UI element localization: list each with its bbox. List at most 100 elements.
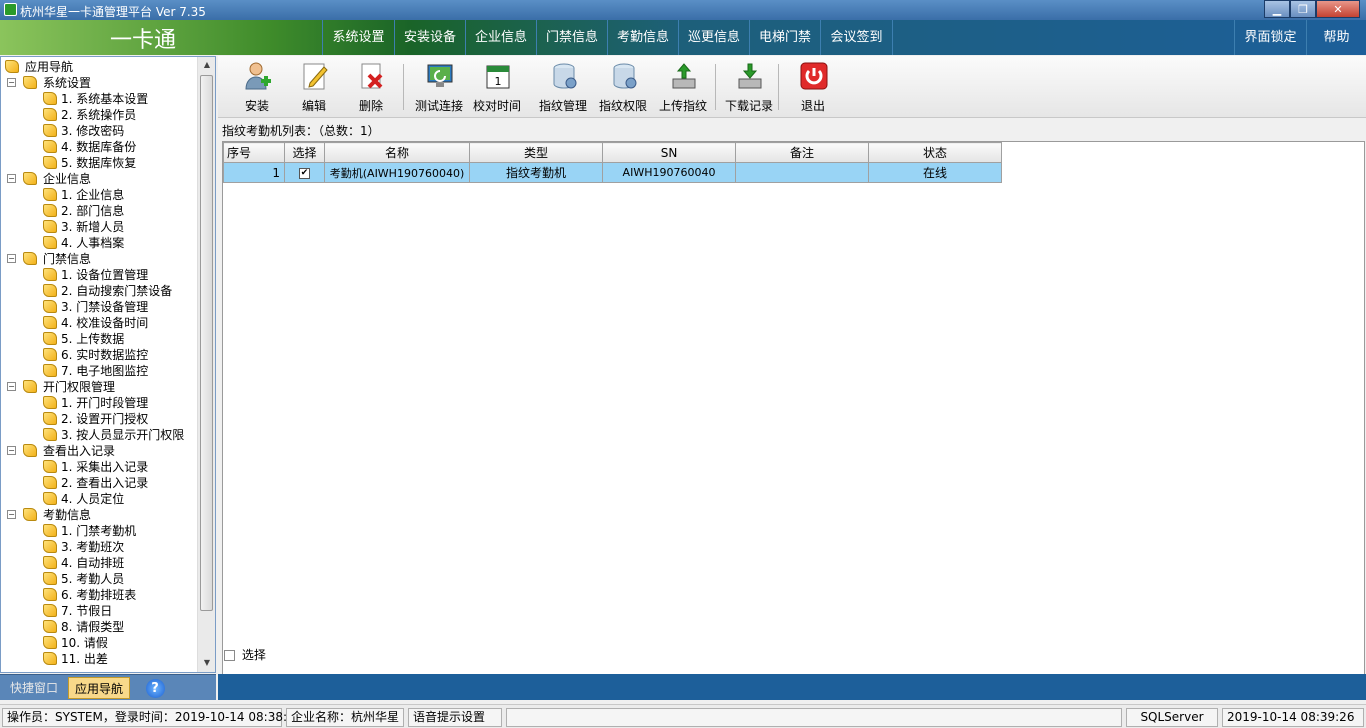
- tree-item[interactable]: 2. 部门信息: [43, 203, 124, 219]
- collapse-icon[interactable]: −: [7, 254, 16, 263]
- close-button[interactable]: ✕: [1316, 0, 1360, 18]
- tree-item[interactable]: 3. 按人员显示开门权限: [43, 427, 184, 443]
- column-header-sn[interactable]: SN: [602, 142, 736, 163]
- tree-root[interactable]: 应用导航: [5, 59, 73, 75]
- tree-item[interactable]: 6. 实时数据监控: [43, 347, 148, 363]
- scroll-up-icon[interactable]: ▲: [198, 57, 216, 73]
- tree-item[interactable]: 2. 查看出入记录: [43, 475, 148, 491]
- tab-quick-window[interactable]: 快捷窗口: [2, 677, 66, 699]
- menu-attendance-info[interactable]: 考勤信息: [607, 20, 678, 55]
- minimize-button[interactable]: ▁: [1264, 0, 1290, 18]
- tree-item[interactable]: 8. 请假类型: [43, 619, 124, 635]
- column-header-name[interactable]: 名称: [324, 142, 470, 163]
- edit-button[interactable]: 编辑: [285, 59, 343, 115]
- tree-item[interactable]: 1. 企业信息: [43, 187, 124, 203]
- collapse-icon[interactable]: −: [7, 174, 16, 183]
- tree-item[interactable]: 1. 采集出入记录: [43, 459, 148, 475]
- tree-group[interactable]: − 考勤信息: [7, 507, 91, 523]
- tree-item[interactable]: 11. 出差: [43, 651, 108, 667]
- folder-icon: [23, 380, 37, 393]
- tree-item[interactable]: 1. 开门时段管理: [43, 395, 148, 411]
- tree-group[interactable]: − 系统设置: [7, 75, 91, 91]
- collapse-icon[interactable]: −: [7, 510, 16, 519]
- tree-item[interactable]: 4. 人事档案: [43, 235, 124, 251]
- title-bar: 杭州华星一卡通管理平台 Ver 7.35 ▁ ❐ ✕: [0, 0, 1366, 20]
- menu-meeting-signin[interactable]: 会议签到: [820, 20, 893, 55]
- column-header-type[interactable]: 类型: [469, 142, 603, 163]
- tree-scrollbar[interactable]: ▲ ▼: [197, 57, 215, 672]
- tree-item[interactable]: 3. 考勤班次: [43, 539, 124, 555]
- tree-item[interactable]: 2. 自动搜索门禁设备: [43, 283, 172, 299]
- item-icon: [43, 124, 57, 137]
- tree-item[interactable]: 1. 门禁考勤机: [43, 523, 136, 539]
- install-button[interactable]: 安装: [228, 59, 286, 115]
- maximize-button[interactable]: ❐: [1290, 0, 1316, 18]
- collapse-icon[interactable]: −: [7, 78, 16, 87]
- scrollbar-thumb[interactable]: [200, 75, 213, 611]
- tree-item[interactable]: 5. 考勤人员: [43, 571, 124, 587]
- calibrate-time-button[interactable]: 1 校对时间: [468, 59, 526, 115]
- column-header-note[interactable]: 备注: [735, 142, 869, 163]
- test-connect-button[interactable]: 测试连接: [410, 59, 468, 115]
- tree-item-label: 5. 考勤人员: [61, 572, 125, 586]
- tree-item[interactable]: 5. 上传数据: [43, 331, 124, 347]
- tree-item[interactable]: 1. 系统基本设置: [43, 91, 148, 107]
- menu-elevator-access[interactable]: 电梯门禁: [749, 20, 820, 55]
- tree-item[interactable]: 3. 门禁设备管理: [43, 299, 148, 315]
- tree-group[interactable]: − 查看出入记录: [7, 443, 115, 459]
- tree-item[interactable]: 6. 考勤排班表: [43, 587, 136, 603]
- menu-access-info[interactable]: 门禁信息: [536, 20, 607, 55]
- tree-item-label: 6. 实时数据监控: [61, 348, 149, 362]
- tree-group-label: 查看出入记录: [43, 444, 116, 458]
- row-checkbox[interactable]: ✔: [299, 167, 310, 179]
- column-header-select[interactable]: 选择: [284, 142, 325, 163]
- tree-item[interactable]: 3. 修改密码: [43, 123, 124, 139]
- tree-item[interactable]: 7. 电子地图监控: [43, 363, 148, 379]
- tree-item-label: 3. 新增人员: [61, 220, 125, 234]
- column-header-status[interactable]: 状态: [868, 142, 1002, 163]
- fingerprint-permission-button[interactable]: 指纹权限: [594, 59, 652, 115]
- delete-button[interactable]: 删除: [342, 59, 400, 115]
- tree-item[interactable]: 4. 校准设备时间: [43, 315, 148, 331]
- status-voice-settings[interactable]: 语音提示设置: [408, 708, 502, 727]
- device-table: 序号 选择 名称 类型 SN 备注 状态 1 ✔ 考勤机(AIWH1907600…: [223, 142, 1002, 183]
- exit-button[interactable]: 退出: [784, 59, 842, 115]
- tree-item[interactable]: 10. 请假: [43, 635, 108, 651]
- tree-item[interactable]: 5. 数据库恢复: [43, 155, 136, 171]
- menu-install-device[interactable]: 安装设备: [394, 20, 465, 55]
- main-menu-bar: 一卡通 系统设置 安装设备 企业信息 门禁信息 考勤信息 巡更信息 电梯门禁 会…: [0, 20, 1366, 55]
- tab-app-navigation[interactable]: 应用导航: [68, 677, 130, 699]
- collapse-icon[interactable]: −: [7, 446, 16, 455]
- tree-item[interactable]: 4. 数据库备份: [43, 139, 136, 155]
- tree-item[interactable]: 1. 设备位置管理: [43, 267, 148, 283]
- table-row[interactable]: 1 ✔ 考勤机(AIWH190760040) 指纹考勤机 AIWH1907600…: [223, 162, 1002, 183]
- upload-fingerprint-button[interactable]: 上传指纹: [654, 59, 712, 115]
- item-icon: [43, 572, 57, 585]
- tree-item[interactable]: 7. 节假日: [43, 603, 112, 619]
- menu-help[interactable]: 帮助: [1306, 20, 1366, 55]
- help-button[interactable]: ?: [140, 677, 170, 699]
- tree-item[interactable]: 4. 自动排班: [43, 555, 124, 571]
- tree-group[interactable]: − 门禁信息: [7, 251, 91, 267]
- cell-name: 考勤机(AIWH190760040): [324, 162, 470, 183]
- tree-item[interactable]: 4. 人员定位: [43, 491, 124, 507]
- select-all-option[interactable]: 选择: [224, 646, 266, 663]
- tree-item[interactable]: 3. 新增人员: [43, 219, 124, 235]
- download-records-button[interactable]: 下载记录: [720, 59, 778, 115]
- fingerprint-manage-button[interactable]: 指纹管理: [534, 59, 592, 115]
- item-icon: [43, 188, 57, 201]
- tree-group[interactable]: − 企业信息: [7, 171, 91, 187]
- scroll-down-icon[interactable]: ▼: [198, 655, 216, 671]
- collapse-icon[interactable]: −: [7, 382, 16, 391]
- menu-patrol-info[interactable]: 巡更信息: [678, 20, 749, 55]
- tree-item[interactable]: 2. 系统操作员: [43, 107, 136, 123]
- folder-icon: [23, 172, 37, 185]
- cell-select[interactable]: ✔: [284, 162, 325, 183]
- column-header-index[interactable]: 序号: [223, 142, 285, 163]
- tree-group[interactable]: − 开门权限管理: [7, 379, 115, 395]
- menu-lock-screen[interactable]: 界面锁定: [1234, 20, 1306, 55]
- tree-item[interactable]: 2. 设置开门授权: [43, 411, 148, 427]
- menu-system-settings[interactable]: 系统设置: [322, 20, 394, 55]
- menu-company-info[interactable]: 企业信息: [465, 20, 536, 55]
- select-all-checkbox[interactable]: [224, 650, 235, 661]
